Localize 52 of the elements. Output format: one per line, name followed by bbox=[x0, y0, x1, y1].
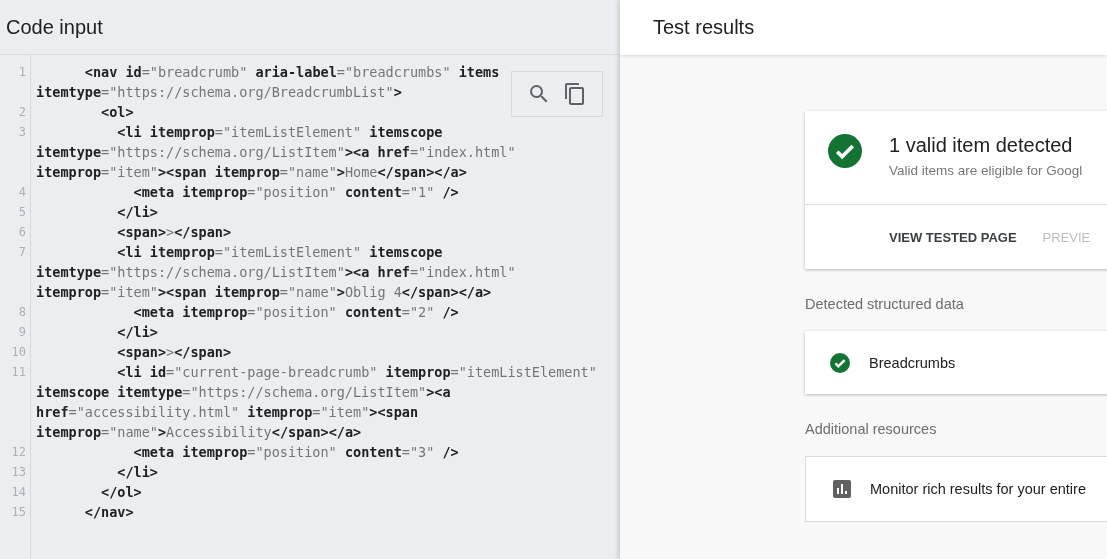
summary-subtitle: Valid items are eligible for Googl bbox=[889, 163, 1083, 178]
code-line: <meta itemprop="position" content="2" /> bbox=[132, 303, 459, 322]
code-line: </li> bbox=[116, 463, 158, 482]
resource-card[interactable]: Monitor rich results for your entire bbox=[805, 456, 1107, 522]
code-line: <ol> bbox=[100, 103, 134, 122]
code-line: <meta itemprop="position" content="1" /> bbox=[132, 183, 459, 202]
code-line: itemtype="https://schema.org/ListItem"><a href="index.html" bbox=[36, 263, 516, 282]
panel-title: Test results bbox=[653, 16, 755, 39]
line-number: 3 bbox=[17, 124, 27, 141]
code-line: </li> bbox=[116, 203, 158, 222]
resource-label: Monitor rich results for your entire bbox=[870, 481, 1086, 497]
item-name: Breadcrumbs bbox=[869, 354, 956, 371]
line-number: 5 bbox=[17, 204, 27, 221]
code-line: <meta itemprop="position" content="3" /> bbox=[132, 443, 459, 462]
code-line: <li id="current-page-breadcrumb" itemprop="itemListElement" bbox=[116, 363, 597, 382]
code-line: <li itemprop="itemListElement" itemscope bbox=[116, 243, 444, 262]
line-number: 8 bbox=[17, 304, 27, 321]
code-line: itemtype="https://schema.org/ListItem"><a href="index.html" bbox=[36, 143, 516, 162]
bar-chart-icon bbox=[833, 480, 851, 498]
line-number: 4 bbox=[17, 184, 27, 201]
code-line: <span>></span> bbox=[116, 343, 232, 362]
line-number: 14 bbox=[10, 484, 27, 501]
code-line: itemtype="https://schema.org/BreadcrumbList"> bbox=[36, 83, 403, 102]
line-number: 15 bbox=[10, 504, 27, 521]
code-line: itemprop="item"><span itemprop="name">Home</span></a> bbox=[36, 163, 468, 182]
line-number: 6 bbox=[17, 224, 27, 241]
check-circle-icon bbox=[828, 134, 862, 168]
panel-title: Code input bbox=[6, 15, 103, 39]
line-number: 9 bbox=[17, 324, 27, 341]
code-line: itemscope itemtype="https://schema.org/ListItem"><a bbox=[36, 383, 452, 402]
section-heading: Detected structured data bbox=[805, 296, 964, 312]
action-button[interactable]: VIEW TESTED PAGE bbox=[889, 229, 1017, 245]
code-line: itemprop="name">Accessibility</span></a> bbox=[36, 423, 363, 442]
line-number: 13 bbox=[10, 464, 27, 481]
line-number: 11 bbox=[10, 364, 27, 381]
code-line: href="accessibility.html" itemprop="item"><span bbox=[36, 403, 420, 422]
code-line: <span>></span> bbox=[116, 223, 232, 242]
summary-title: 1 valid item detected bbox=[889, 134, 1074, 157]
code-line: </nav> bbox=[83, 503, 134, 522]
line-number: 2 bbox=[17, 104, 27, 121]
code-line: <li itemprop="itemListElement" itemscope bbox=[116, 123, 444, 142]
section-heading: Additional resources bbox=[805, 421, 937, 437]
code-line: itemprop="item"><span itemprop="name">Oblig 4</span></a> bbox=[36, 283, 493, 302]
detected-item-card[interactable]: Breadcrumbs bbox=[805, 331, 1107, 394]
copy-icon[interactable] bbox=[563, 82, 587, 106]
code-line: </li> bbox=[116, 323, 158, 342]
code-line: <nav id="breadcrumb" aria-label="breadcrumbs" items bbox=[83, 63, 500, 82]
line-number: 10 bbox=[10, 344, 27, 361]
line-number: 12 bbox=[10, 444, 27, 461]
line-number: 1 bbox=[17, 64, 27, 81]
code-line: </ol> bbox=[100, 483, 142, 502]
line-number: 7 bbox=[17, 244, 27, 261]
